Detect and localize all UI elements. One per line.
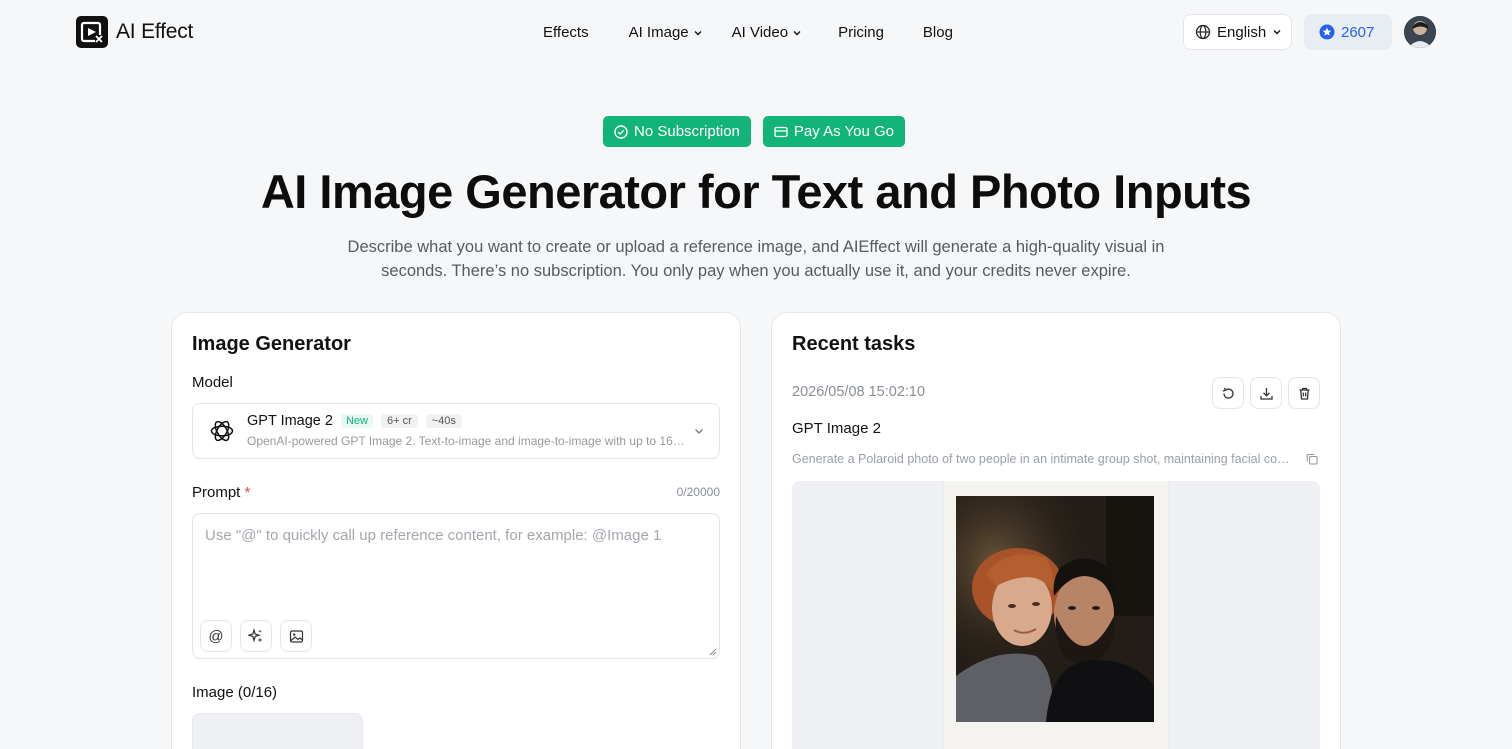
model-name-row: GPT Image 2 New 6+ cr ~40s xyxy=(247,413,462,429)
prompt-label-text: Prompt xyxy=(192,484,241,501)
delete-button[interactable] xyxy=(1288,377,1320,409)
chevron-down-icon xyxy=(1273,30,1281,35)
insert-image-button[interactable] xyxy=(280,620,312,652)
badge-label: Pay As You Go xyxy=(793,123,894,140)
task-timestamp: 2026/05/08 15:02:10 xyxy=(792,384,926,400)
nav-item-ai-image[interactable]: AI Image xyxy=(629,22,703,42)
prompt-textarea[interactable]: Use "@" to quickly call up reference con… xyxy=(192,513,720,659)
new-tag: New xyxy=(340,414,373,428)
main-nav: Effects AI Image AI Video Pricing Blog xyxy=(543,22,953,42)
image-upload-dropzone[interactable] xyxy=(192,713,363,749)
logo-icon xyxy=(76,16,108,48)
nav-item-blog[interactable]: Blog xyxy=(923,22,953,42)
pay-as-you-go-badge: Pay As You Go xyxy=(762,116,905,147)
required-marker: * xyxy=(244,484,251,501)
openai-logo-icon xyxy=(210,420,234,442)
page-subtitle: Describe what you want to create or uplo… xyxy=(347,238,1165,280)
refresh-icon xyxy=(1222,387,1234,399)
nav-item-pricing[interactable]: Pricing xyxy=(838,22,884,42)
badge-label: No Subscription xyxy=(634,123,740,140)
globe-icon xyxy=(1195,24,1211,40)
panel-title: Recent tasks xyxy=(792,333,916,355)
user-avatar[interactable] xyxy=(1404,16,1436,48)
model-description: OpenAI-powered GPT Image 2. Text-to-imag… xyxy=(247,434,687,448)
no-subscription-badge: No Subscription xyxy=(603,116,751,147)
credits-balance-button[interactable]: 2607 xyxy=(1304,14,1392,50)
photo-illustration xyxy=(956,496,1154,722)
credit-cost-tag: 6+ cr xyxy=(380,414,418,428)
download-button[interactable] xyxy=(1250,377,1282,409)
recent-tasks-panel: Recent tasks 2026/05/08 15:02:10 GPT Ima… xyxy=(771,312,1341,749)
brand-logo[interactable]: AI Effect xyxy=(76,16,193,48)
language-label: English xyxy=(1217,23,1267,41)
brand-name: AI Effect xyxy=(116,20,194,43)
credits-count: 2607 xyxy=(1341,23,1375,41)
model-select[interactable]: GPT Image 2 New 6+ cr ~40s OpenAI-powere… xyxy=(192,403,720,459)
credit-card-icon xyxy=(774,126,788,137)
at-sign-icon: @ xyxy=(208,627,224,645)
task-model-name: GPT Image 2 xyxy=(792,420,881,437)
image-upload-label: Image (0/16) xyxy=(192,684,278,701)
star-badge-icon xyxy=(1319,24,1335,40)
sparkles-icon xyxy=(248,628,263,643)
page-title: AI Image Generator for Text and Photo In… xyxy=(260,165,1252,218)
language-selector[interactable]: English xyxy=(1183,14,1292,50)
mention-button[interactable]: @ xyxy=(200,620,232,652)
copy-icon[interactable] xyxy=(1305,452,1319,466)
chevron-down-icon xyxy=(793,30,801,35)
chevron-down-icon xyxy=(695,429,703,434)
panel-title: Image Generator xyxy=(192,333,351,355)
generated-photo xyxy=(956,496,1154,722)
resize-handle-icon[interactable] xyxy=(709,648,717,656)
hero-badges: No Subscription Pay As You Go xyxy=(603,116,905,147)
enhance-prompt-button[interactable] xyxy=(240,620,272,652)
model-name: GPT Image 2 xyxy=(247,413,333,429)
avatar-image xyxy=(1404,16,1436,48)
nav-item-label: Effects xyxy=(543,23,589,41)
nav-item-label: Pricing xyxy=(838,23,884,41)
nav-item-label: AI Image xyxy=(628,23,689,41)
download-icon xyxy=(1259,387,1273,400)
task-result-preview[interactable] xyxy=(792,481,1320,749)
model-label: Model xyxy=(192,374,233,391)
trash-icon xyxy=(1299,387,1309,400)
image-generator-panel: Image Generator Model GPT Image 2 New 6+… xyxy=(171,312,741,749)
prompt-label: Prompt * xyxy=(192,484,250,501)
chevron-down-icon xyxy=(694,30,702,35)
prompt-placeholder: Use "@" to quickly call up reference con… xyxy=(205,527,662,544)
generated-image[interactable] xyxy=(944,481,1168,749)
time-estimate-tag: ~40s xyxy=(425,414,462,428)
top-navbar: AI Effect Effects AI Image AI Video Pric… xyxy=(0,0,1512,64)
nav-item-ai-video[interactable]: AI Video xyxy=(732,22,802,42)
image-icon xyxy=(289,629,303,643)
prompt-char-counter: 0/20000 xyxy=(676,485,720,499)
nav-item-label: Blog xyxy=(922,23,953,41)
nav-item-effects[interactable]: Effects xyxy=(543,22,589,42)
check-circle-icon xyxy=(614,124,628,139)
nav-item-label: AI Video xyxy=(731,23,789,41)
task-prompt-text: Generate a Polaroid photo of two people … xyxy=(792,452,1292,466)
regenerate-button[interactable] xyxy=(1212,377,1244,409)
